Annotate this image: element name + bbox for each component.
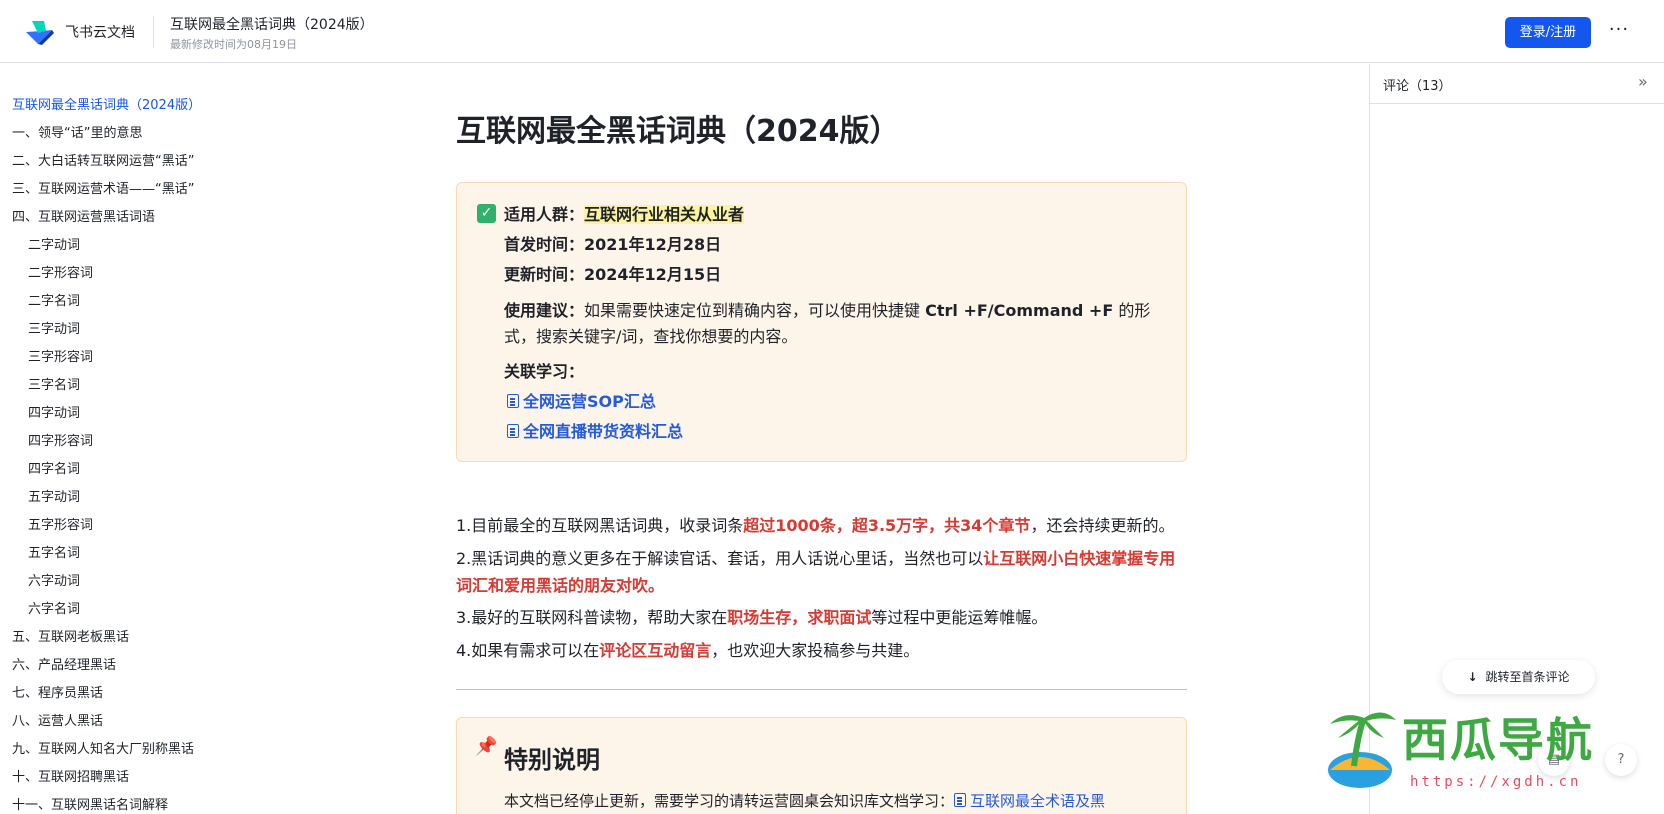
special-note-link[interactable]: 互联网最全术语及黑 [954, 792, 1105, 810]
toc-item[interactable]: 四字动词 [0, 400, 260, 428]
paragraph-3-text: 3.最好的互联网科普读物，帮助大家在 [456, 608, 728, 627]
update-time-label: 更新时间： [504, 265, 585, 284]
collapse-panel-icon[interactable]: » [1638, 72, 1648, 91]
usage-label: 使用建议： [504, 301, 585, 320]
toc-item[interactable]: 二、大白话转互联网运营“黑话” [0, 148, 260, 176]
toc-item[interactable]: 九、互联网人知名大厂别称黑话 [0, 736, 260, 764]
update-time-value: 2024年12月15日 [584, 265, 722, 284]
special-note-link-label: 互联网最全术语及黑 [970, 792, 1106, 810]
toc-item[interactable]: 四字形容词 [0, 428, 260, 456]
audience-label: 适用人群： [504, 205, 585, 224]
feishu-docs-logo-icon[interactable] [24, 19, 54, 45]
toc-item[interactable]: 五字名词 [0, 540, 260, 568]
toc-item[interactable]: 三、互联网运营术语——“黑话” [0, 176, 260, 204]
login-register-button[interactable]: 登录/注册 [1505, 17, 1591, 48]
usage-shortcut: Ctrl +F/Command +F [925, 301, 1114, 320]
paragraph-2-text: 2.黑话词典的意义更多在于解读官话、套话，用人话说心里话，当然也可以 [456, 549, 984, 568]
toc-item[interactable]: 二字动词 [0, 232, 260, 260]
header-divider [153, 16, 154, 48]
toc-item[interactable]: 七、程序员黑话 [0, 680, 260, 708]
toc-item[interactable]: 八、运营人黑话 [0, 708, 260, 736]
special-note-callout: 📌 特别说明 本文档已经停止更新，需要学习的请转运营圆桌会知识库文档学习： 互联网… [456, 717, 1187, 814]
arrow-down-icon: ↓ [1467, 670, 1478, 684]
paragraph-3: 3.最好的互联网科普读物，帮助大家在职场生存，求职面试等过程中更能运筹帷幄。 [456, 604, 1187, 631]
paragraph-2: 2.黑话词典的意义更多在于解读官话、套话，用人话说心里话，当然也可以让互联网小白… [456, 545, 1187, 599]
comments-header: 评论（13） » [1370, 64, 1664, 104]
first-published-label: 首发时间： [504, 235, 585, 254]
toc-item[interactable]: 一、领导“话”里的意思 [0, 120, 260, 148]
paragraph-1-highlight: 超过1000条，超3.5万字，共34个章节 [743, 516, 1031, 535]
toc-item[interactable]: 六、产品经理黑话 [0, 652, 260, 680]
usage-text-1: 如果需要快速定位到精确内容，可以使用快捷键 [584, 301, 926, 320]
toc-item[interactable]: 二字形容词 [0, 260, 260, 288]
comments-title: 评论（13） [1383, 79, 1452, 94]
toc-item[interactable]: 五字动词 [0, 484, 260, 512]
site-watermark: 西瓜导航 https://xgdh.cn [1306, 702, 1636, 797]
doc-title: 互联网最全黑话词典（2024版） [170, 17, 374, 33]
paragraph-4-text: 4.如果有需求可以在 [456, 641, 600, 660]
audience-value: 互联网行业相关从业者 [584, 205, 745, 224]
toc-item[interactable]: 五字形容词 [0, 512, 260, 540]
toc-item[interactable]: 四字名词 [0, 456, 260, 484]
jump-to-first-comment-button[interactable]: ↓ 跳转至首条评论 [1442, 660, 1595, 694]
paragraph-3-highlight-2: 求职面试 [807, 608, 872, 627]
paragraph-3-separator: ， [791, 608, 808, 627]
link-livestream-resources[interactable]: 全网直播带货资料汇总 [507, 418, 683, 442]
watermark-title: 西瓜导航 [1402, 713, 1594, 767]
pushpin-icon: 📌 [475, 736, 498, 757]
checkmark-icon: ✓ [477, 204, 496, 223]
top-header: 飞书云文档 互联网最全黑话词典（2024版） 最新修改时间为08月19日 登录/… [0, 0, 1664, 63]
toc-item[interactable]: 互联网最全黑话词典（2024版） [0, 92, 260, 120]
usage-paragraph: 使用建议：如果需要快速定位到精确内容，可以使用快捷键 Ctrl +F/Comma… [504, 298, 1164, 350]
toc-item[interactable]: 三字动词 [0, 316, 260, 344]
toc-item[interactable]: 五、互联网老板黑话 [0, 624, 260, 652]
link-operations-sop-label: 全网运营SOP汇总 [523, 392, 656, 411]
toc-item[interactable]: 四、互联网运营黑话词语 [0, 204, 260, 232]
document-heading: 互联网最全黑话词典（2024版） [456, 114, 900, 149]
paragraph-4-highlight: 评论区互动留言 [599, 641, 712, 660]
special-note-body: 本文档已经停止更新，需要学习的请转运营圆桌会知识库文档学习： [504, 792, 955, 810]
toc-item[interactable]: 六字名词 [0, 596, 260, 624]
toc-item[interactable]: 六字动词 [0, 568, 260, 596]
toc-item[interactable]: 十、互联网招聘黑话 [0, 764, 260, 792]
update-time-line: 更新时间：2024年12月15日 [504, 261, 721, 285]
special-note-title: 特别说明 [504, 746, 600, 774]
info-callout: ✓ 适用人群：互联网行业相关从业者 首发时间：2021年12月28日 更新时间：… [456, 182, 1187, 462]
toc-item[interactable]: 三字名词 [0, 372, 260, 400]
paragraph-1-text: 1.目前最全的互联网黑话词典，收录词条 [456, 516, 744, 535]
document-icon [954, 793, 967, 807]
first-published-line: 首发时间：2021年12月28日 [504, 231, 721, 255]
watermark-url: https://xgdh.cn [1410, 774, 1582, 790]
paragraph-4-text-end: ，也欢迎大家投稿参与共建。 [711, 641, 920, 660]
toc-item[interactable]: 十一、互联网黑话名词解释 [0, 792, 260, 814]
toc-item[interactable]: 三字形容词 [0, 344, 260, 372]
link-operations-sop[interactable]: 全网运营SOP汇总 [507, 388, 656, 412]
special-note-text: 本文档已经停止更新，需要学习的请转运营圆桌会知识库文档学习： 互联网最全术语及黑 [504, 790, 1105, 811]
toc-item[interactable]: 二字名词 [0, 288, 260, 316]
paragraph-3-highlight-1: 职场生存 [727, 608, 792, 627]
paragraph-4: 4.如果有需求可以在评论区互动留言，也欢迎大家投稿参与共建。 [456, 637, 1187, 664]
related-line: 关联学习： [504, 358, 584, 382]
document-icon [507, 424, 519, 438]
paragraph-1: 1.目前最全的互联网黑话词典，收录词条超过1000条，超3.5万字，共34个章节… [456, 512, 1187, 539]
audience-line: 适用人群：互联网行业相关从业者 [504, 201, 745, 225]
paragraph-3-text-end: 等过程中更能运筹帷幄。 [871, 608, 1048, 627]
jump-to-first-comment-label: 跳转至首条评论 [1485, 670, 1570, 684]
more-options-icon[interactable]: ··· [1605, 18, 1633, 46]
link-livestream-resources-label: 全网直播带货资料汇总 [523, 422, 684, 441]
document-icon [507, 394, 519, 408]
first-published-value: 2021年12月28日 [584, 235, 722, 254]
paragraph-1-text-end: ，还会持续更新的。 [1030, 516, 1175, 535]
divider-line [456, 689, 1187, 690]
related-label: 关联学习： [504, 362, 585, 381]
table-of-contents: 互联网最全黑话词典（2024版） 一、领导“话”里的意思 二、大白话转互联网运营“黑… [0, 92, 260, 814]
brand-name[interactable]: 飞书云文档 [65, 22, 135, 42]
watermelon-logo-icon [1328, 712, 1396, 788]
last-modified-text: 最新修改时间为08月19日 [170, 38, 297, 51]
